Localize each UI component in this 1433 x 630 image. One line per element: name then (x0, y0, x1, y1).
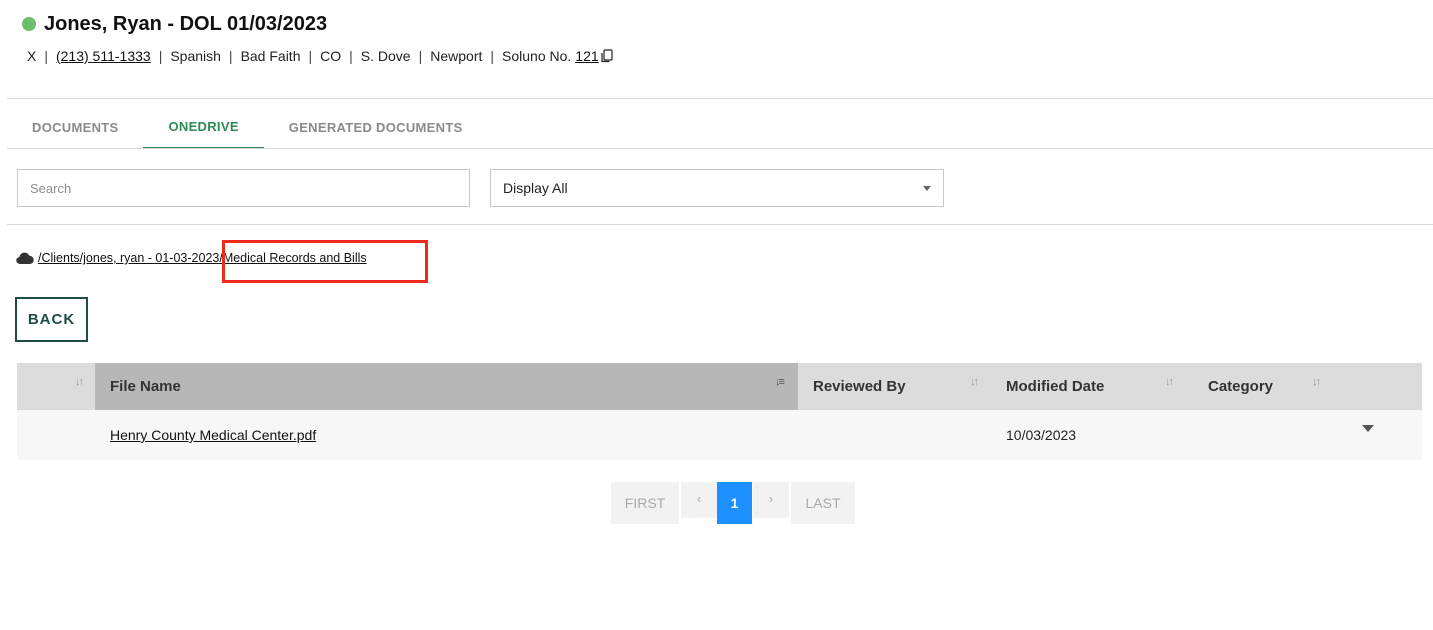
tab-onedrive[interactable]: ONEDRIVE (143, 106, 264, 149)
info-x: X (27, 48, 37, 64)
column-header-file-name[interactable]: File Name ↓≡ (95, 363, 798, 410)
tab-generated-documents[interactable]: GENERATED DOCUMENTS (264, 106, 488, 149)
case-header: Jones, Ryan - DOL 01/03/2023 (22, 12, 327, 36)
chevron-down-icon (923, 185, 931, 191)
tab-divider (7, 148, 1433, 149)
info-language: Spanish (170, 48, 221, 64)
info-case-type: Bad Faith (240, 48, 301, 64)
sort-icon: ↓↑ (1312, 376, 1321, 388)
cloud-icon (16, 252, 34, 264)
copy-icon[interactable] (601, 49, 613, 63)
header-divider (7, 98, 1433, 99)
display-filter-select[interactable]: Display All (490, 169, 944, 207)
file-name-link[interactable]: Henry County Medical Center.pdf (110, 427, 316, 443)
column-header-category[interactable]: Category ↓↑ (1193, 363, 1422, 410)
phone-link[interactable]: (213) 511-1333 (56, 48, 151, 64)
case-info-row: X | (213) 511-1333 | Spanish | Bad Faith… (27, 48, 613, 64)
sort-icon: ↓↑ (1165, 376, 1174, 388)
back-button[interactable]: BACK (15, 297, 88, 342)
modified-date-cell: 10/03/2023 (1006, 427, 1077, 443)
tab-bar: DOCUMENTS ONEDRIVE GENERATED DOCUMENTS (7, 106, 488, 149)
pagination: FIRST ‹ 1 › LAST (611, 482, 855, 524)
tab-documents[interactable]: DOCUMENTS (7, 106, 143, 149)
files-table: ↓↑ File Name ↓≡ Reviewed By ↓↑ Modified … (17, 363, 1422, 460)
pagination-last-button[interactable]: LAST (791, 482, 855, 524)
sort-desc-icon: ↓≡ (775, 376, 785, 388)
filter-divider (7, 224, 1433, 225)
display-filter-value: Display All (503, 180, 568, 196)
sort-icon: ↓↑ (970, 376, 979, 388)
pagination-first-button[interactable]: FIRST (611, 482, 679, 524)
table-row: Henry County Medical Center.pdf 10/03/20… (17, 410, 1422, 460)
info-state: CO (320, 48, 342, 64)
column-header-modified-date[interactable]: Modified Date ↓↑ (991, 363, 1193, 410)
pagination-prev-button[interactable]: ‹ (681, 482, 717, 518)
soluno-number-link[interactable]: 121 (575, 48, 598, 64)
status-dot (22, 17, 36, 31)
pagination-page-1[interactable]: 1 (717, 482, 752, 524)
search-input[interactable] (17, 169, 470, 207)
sort-icon: ↓↑ (75, 376, 84, 388)
pagination-next-button[interactable]: › (753, 482, 789, 518)
info-office: Newport (430, 48, 483, 64)
column-header-reviewed-by[interactable]: Reviewed By ↓↑ (798, 363, 991, 410)
column-header-select[interactable]: ↓↑ (17, 363, 95, 410)
table-header: ↓↑ File Name ↓≡ Reviewed By ↓↑ Modified … (17, 363, 1422, 410)
soluno-label: Soluno No. (502, 48, 572, 64)
breadcrumb-path-link[interactable]: /Clients/jones, ryan - 01-03-2023/Medica… (38, 251, 367, 265)
info-attorney: S. Dove (360, 48, 411, 64)
reviewed-by-cell (798, 410, 991, 460)
category-cell (1193, 410, 1422, 460)
breadcrumb: /Clients/jones, ryan - 01-03-2023/Medica… (16, 251, 367, 265)
caret-down-icon[interactable] (1362, 424, 1374, 432)
page-title: Jones, Ryan - DOL 01/03/2023 (44, 12, 328, 35)
